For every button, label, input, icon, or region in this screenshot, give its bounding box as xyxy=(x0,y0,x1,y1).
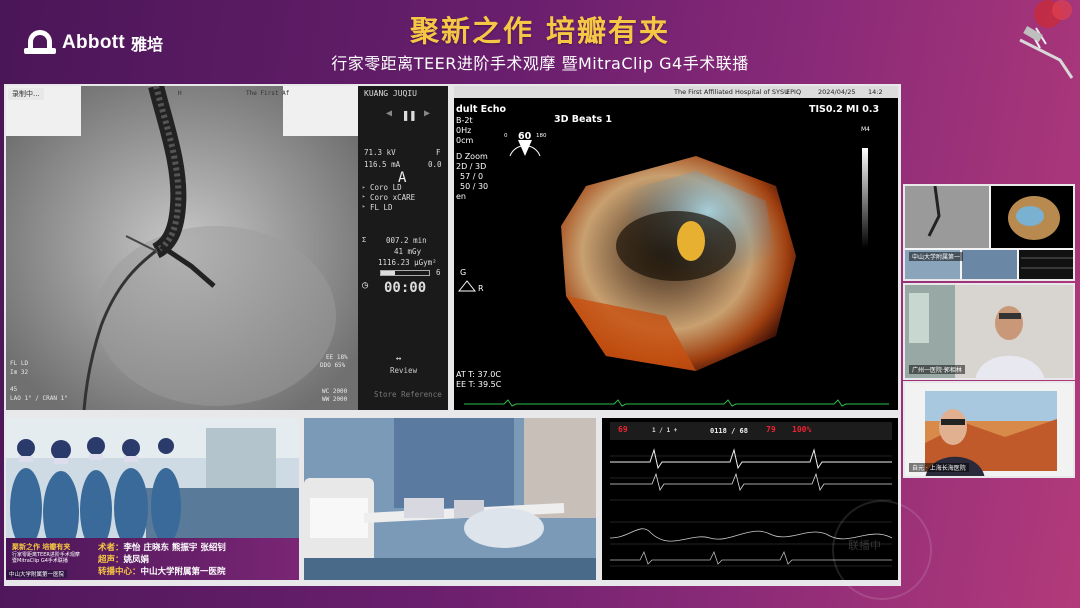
echo-2d3d: 2D / 3D xyxy=(456,162,487,171)
rewind-icon[interactable]: ◀ xyxy=(386,108,392,119)
thumb3-label: 自元 · 上海长海医院 xyxy=(909,463,969,472)
store-reference-button[interactable]: Store Reference xyxy=(374,390,442,399)
echo-header-bar: The First Affiliated Hospital of SYSU EP… xyxy=(454,86,898,98)
program-coro-xcare[interactable]: Coro xCARE xyxy=(370,193,415,202)
xray-ddo: DDO 65% xyxy=(320,362,346,369)
event-title: 聚新之作 培瓣有夹 xyxy=(409,14,671,48)
ultrasound-label: 超声： xyxy=(98,555,124,565)
review-button[interactable]: Review xyxy=(390,366,417,375)
fluoroscopy-info-panel: KUANG JUQIU ❚❚ ◀ ▶ 71.3 kV F 116.5 mA 0.… xyxy=(358,86,448,410)
program-coro-ld[interactable]: Coro LD xyxy=(370,183,402,192)
watermark-text: 联播中 xyxy=(848,539,881,552)
xray-ee: EE 18% xyxy=(326,354,348,361)
hr-value: 69 xyxy=(618,425,628,434)
xray-angle: LAO 1° / CRAN 1° xyxy=(10,395,68,402)
echo-device: EPIQ xyxy=(786,88,802,96)
pause-icon[interactable]: ❚❚ xyxy=(402,108,416,122)
xray-image-no: Im 32 xyxy=(10,369,29,376)
echo-r: R xyxy=(478,284,484,293)
xray-frame: 45 xyxy=(10,386,18,393)
spo2-value: 100% xyxy=(792,425,812,434)
clip-delivery-scene xyxy=(304,418,596,580)
broadcast-center-label: 转播中心： xyxy=(98,567,141,577)
angle-0: 0 xyxy=(504,133,508,139)
tube-kv-flag: F xyxy=(436,148,441,157)
echo-zoom: D Zoom xyxy=(456,152,488,161)
hospital-tag: 中山大学附属第一医院 xyxy=(6,570,68,578)
orientation-h: H xyxy=(178,90,182,97)
echo-tis-mi: TIS0.2 MI 0.3 xyxy=(809,104,880,115)
xray-wc: WC 2000 xyxy=(322,388,348,395)
xray-mode-label: FL LD xyxy=(10,360,29,367)
grayscale-bar xyxy=(862,148,868,248)
caption-event-sub2: 暨MitraClip G4手术联播 xyxy=(12,558,68,564)
echo-val3: en xyxy=(456,192,466,201)
echo-temp-ee: EE T: 39.5C xyxy=(456,380,502,389)
angle-value: 60 xyxy=(518,131,532,142)
dose-bar xyxy=(380,270,430,276)
map-m4: M4 xyxy=(861,126,870,133)
echo-mode: 3D Beats 1 xyxy=(554,114,613,125)
mitral-valve-3d-render xyxy=(561,156,796,371)
operating-team-camera[interactable]: 聚新之作 培瓣有夹 行家零距离TEER进阶手术观摩 暨MitraClip G4手… xyxy=(6,418,299,580)
participant-thumb-main-feed[interactable]: 中山大学附属第一 xyxy=(903,184,1075,281)
xray-ww: WW 2000 xyxy=(322,396,348,403)
surgeon-label: 术者： xyxy=(98,543,124,553)
expand-arrows-icon[interactable]: ↔ xyxy=(396,354,401,364)
monitor-header: 69 1 / 1 + 0118 / 68 79 100% xyxy=(610,422,892,440)
echo-val1: 57 / 0 xyxy=(460,172,484,181)
dose-area: 1116.23 µGym² xyxy=(378,258,437,267)
hospital-note: The First Af xyxy=(246,90,290,97)
echo-depth: 0cm xyxy=(456,136,474,145)
participant-thumb-shanghai[interactable]: 自元 · 上海长海医院 xyxy=(903,381,1075,478)
program-fl-ld[interactable]: FL LD xyxy=(370,203,393,212)
echo-preset: dult Echo xyxy=(456,104,507,115)
video-grid: 录制中... 45/45 H The First Af FL LD Im 32 … xyxy=(4,84,901,586)
dose-bar-num: 6 xyxy=(436,268,441,277)
surgeon-names: 李怡 庄晓东 熊振宇 张绍钊 xyxy=(123,543,226,553)
dose-mgy: 41 mGy xyxy=(394,247,422,256)
device-handling-camera[interactable] xyxy=(304,418,596,580)
fluoro-time: 007.2 min xyxy=(386,236,427,245)
echo-g: G xyxy=(460,268,467,277)
thumb1-label: 中山大学附属第一 xyxy=(909,252,964,261)
recording-badge[interactable]: 录制中... xyxy=(8,88,44,100)
echo-time: 14:2 xyxy=(868,88,883,96)
thumb2-label: 广州一医院·郭相林 xyxy=(909,365,965,374)
echo-date: 2024/04/25 xyxy=(818,88,856,96)
bp-value: 0118 / 68 xyxy=(710,427,748,435)
patient-name: KUANG JUQIU xyxy=(364,89,417,98)
echo-hospital: The First Affiliated Hospital of SYSU xyxy=(674,88,789,96)
echo-ecg-trace xyxy=(464,399,889,407)
sum-icon: Σ xyxy=(362,236,367,244)
timer: 00:00 xyxy=(384,280,427,296)
frame-counter: 45/45 xyxy=(14,126,33,133)
tube-kv: 71.3 kV xyxy=(364,148,396,157)
orientation-triangle-icon xyxy=(458,280,476,292)
fluoroscopy-panel[interactable]: 录制中... 45/45 H The First Af FL LD Im 32 … xyxy=(6,86,448,410)
participant-thumb-guangzhou[interactable]: 广州一医院·郭相林 xyxy=(903,283,1075,380)
header-band: Abbott 雅培 聚新之作 培瓣有夹 行家零距离TEER进阶手术观摩 暨Mit… xyxy=(0,0,1080,82)
tube-ma-right: 0.0 xyxy=(428,160,442,169)
watermark-seal xyxy=(832,500,932,600)
tube-ma: 116.5 mA xyxy=(364,160,401,169)
echo-freq: 0Hz xyxy=(456,126,472,135)
echo-3d-panel[interactable]: The First Affiliated Hospital of SYSU EP… xyxy=(454,86,898,410)
angle-180: 180 xyxy=(536,133,547,139)
forward-icon[interactable]: ▶ xyxy=(424,108,430,119)
monitor-value-4: 79 xyxy=(766,425,776,434)
echo-temp-at: AT T: 37.0C xyxy=(456,370,501,379)
thumbnail-main-feed xyxy=(905,186,1073,279)
broadcast-center-name: 中山大学附属第一医院 xyxy=(140,567,226,577)
echo-probe: B-2t xyxy=(456,116,473,125)
clock-icon: ◷ xyxy=(362,280,369,291)
monitor-ratio: 1 / 1 + xyxy=(652,427,678,434)
echo-val2: 50 / 30 xyxy=(460,182,489,191)
ultrasound-name: 姚凤娟 xyxy=(123,555,150,565)
mitraclip-device-icon xyxy=(1019,0,1074,79)
event-subtitle: 行家零距离TEER进阶手术观摩 暨MitraClip G4手术联播 xyxy=(331,54,749,73)
